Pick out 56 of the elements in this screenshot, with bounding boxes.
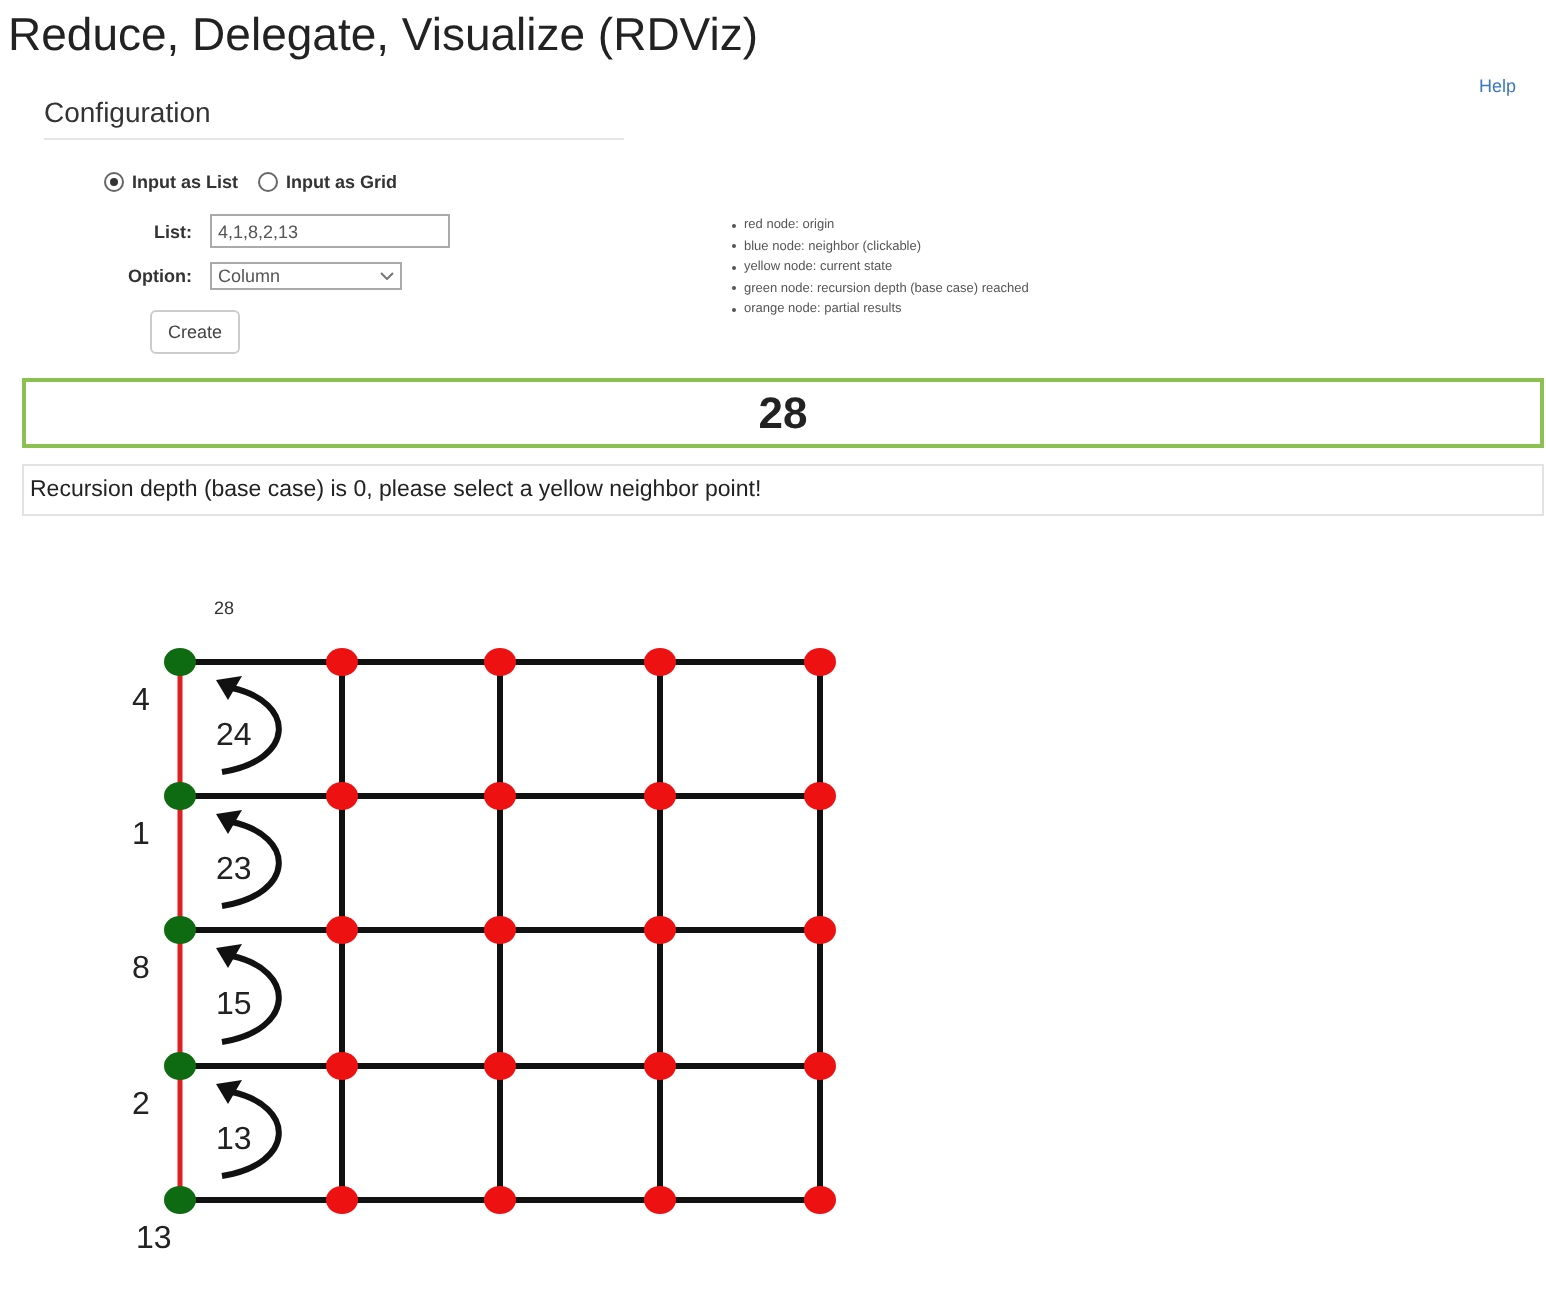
create-button[interactable]: Create	[150, 310, 241, 354]
grid-node[interactable]	[804, 1186, 836, 1214]
grid-node[interactable]	[484, 648, 516, 676]
radio-icon[interactable]	[258, 172, 279, 192]
radio-option[interactable]: Input as List	[104, 172, 239, 192]
grid-node[interactable]	[644, 1186, 676, 1214]
grid-node[interactable]	[484, 1186, 516, 1214]
field-label: Option:	[126, 266, 194, 286]
curved-arrow	[216, 810, 282, 909]
grid-node[interactable]	[326, 916, 358, 944]
grid-node[interactable]	[804, 648, 836, 676]
grid-node[interactable]	[164, 1186, 196, 1214]
chevron-icon	[380, 272, 394, 280]
curved-arrow	[216, 676, 282, 775]
grid-node[interactable]	[804, 916, 836, 944]
radio-option[interactable]: Input as Grid	[258, 172, 398, 192]
node-label: 28	[214, 598, 235, 618]
arrow-value: 23	[216, 853, 252, 887]
help-link[interactable]: Help	[1478, 76, 1516, 100]
arrow-value: 13	[216, 1123, 252, 1157]
segment-value: 2	[132, 1088, 150, 1122]
section-heading: Configuration	[44, 96, 624, 140]
grid-node[interactable]	[326, 648, 358, 676]
grid-node[interactable]	[484, 1052, 516, 1080]
status-message: Recursion depth (base case) is 0, please select a yellow neighbor point!	[22, 464, 1544, 516]
grid-node[interactable]	[326, 782, 358, 810]
grid-node[interactable]	[484, 782, 516, 810]
grid-node[interactable]	[644, 1052, 676, 1080]
arrow-value: 15	[216, 988, 252, 1022]
page-title: Reduce, Delegate, Visualize (RDViz)	[8, 6, 760, 64]
curved-arrow	[216, 1080, 282, 1179]
grid-node[interactable]	[164, 782, 196, 810]
segment-value: 4	[132, 684, 150, 718]
grid-node[interactable]	[326, 1186, 358, 1214]
list-field[interactable]: 4,1,8,2,13	[210, 214, 450, 248]
segment-value: 8	[132, 952, 150, 986]
field-label: List:	[152, 221, 194, 241]
grid-node[interactable]	[804, 782, 836, 810]
grid-node[interactable]	[644, 916, 676, 944]
segment-value: 1	[132, 818, 150, 852]
option-dropdown[interactable]: Column	[210, 262, 402, 290]
arrow-value: 24	[216, 719, 252, 753]
grid-node[interactable]	[644, 648, 676, 676]
radio-label: Input as Grid	[286, 172, 398, 192]
grid-node[interactable]	[804, 1052, 836, 1080]
grid-node[interactable]	[164, 648, 196, 676]
result-value: 28	[22, 378, 1544, 448]
curved-arrow	[216, 944, 282, 1045]
grid-node[interactable]	[484, 916, 516, 944]
grid-node[interactable]	[644, 782, 676, 810]
radio-label: Input as List	[132, 172, 239, 192]
node-label: 13	[136, 1222, 172, 1254]
radio-icon[interactable]	[104, 172, 124, 192]
grid-node[interactable]	[164, 916, 196, 944]
grid-node[interactable]	[164, 1052, 196, 1080]
grid-node[interactable]	[326, 1052, 358, 1080]
